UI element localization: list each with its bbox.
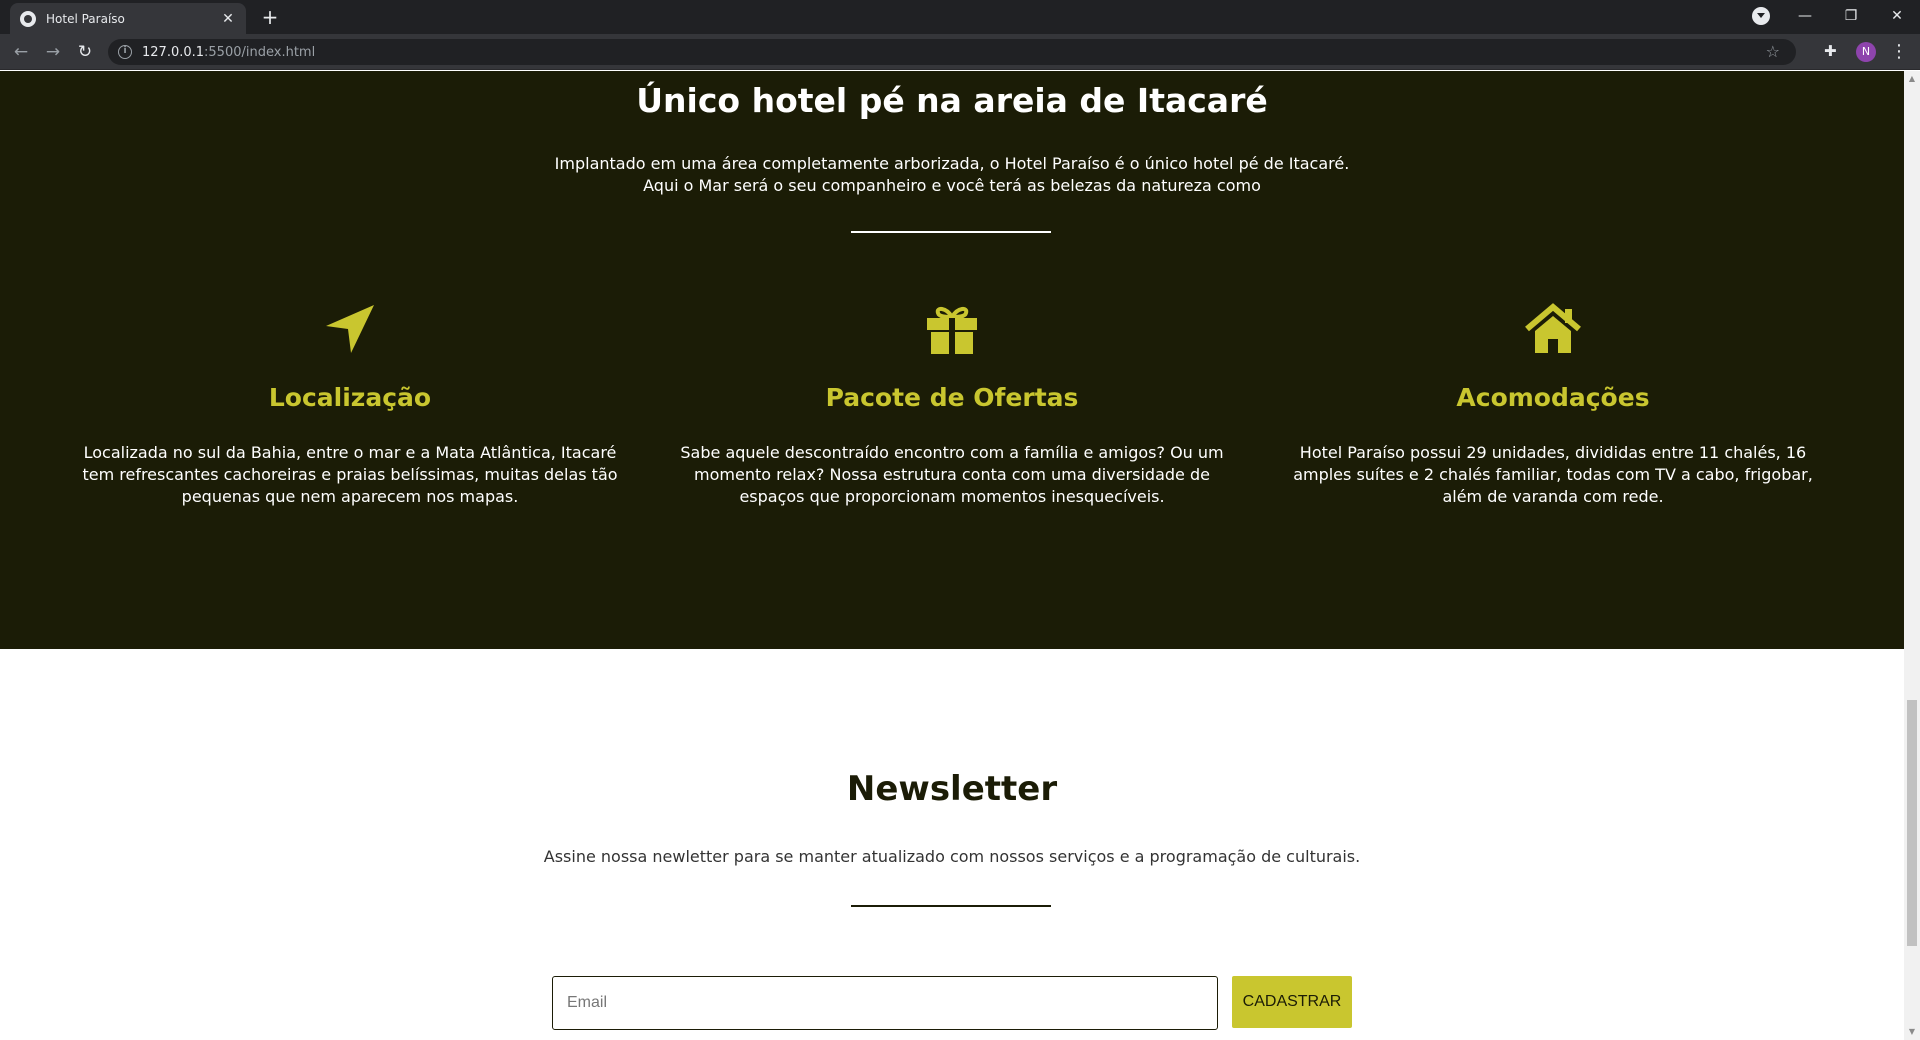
url-host: 127.0.0.1 — [142, 44, 205, 60]
feature-text: Localizada no sul da Bahia, entre o mar … — [82, 443, 618, 506]
scrollbar-thumb[interactable] — [1907, 700, 1917, 946]
browser-menu-icon[interactable]: ⋮ — [1890, 40, 1908, 64]
feature-title: Pacote de Ofertas — [825, 383, 1079, 412]
url-path: :5500/index.html — [204, 44, 316, 60]
forward-arrow-icon[interactable]: → — [41, 40, 65, 64]
feature-text: Hotel Paraíso possui 29 unidades, dividi… — [1293, 443, 1813, 506]
newsletter-title: Newsletter — [846, 769, 1058, 809]
section-title: Único hotel pé na areia de Itacaré — [636, 81, 1268, 120]
address-bar[interactable]: i 127.0.0.1 :5500/index.html ☆ — [108, 39, 1796, 65]
reload-icon[interactable]: ↻ — [73, 40, 97, 64]
tab-close-icon[interactable]: ✕ — [220, 11, 236, 27]
about-section: Único hotel pé na areia de Itacaré Impla… — [0, 71, 1904, 649]
feature-offers: Pacote de Ofertas Sabe aquele descontraí… — [672, 301, 1232, 508]
newsletter-description: Assine nossa newletter para se manter at… — [543, 847, 1361, 866]
feature-title: Localização — [268, 383, 432, 412]
minimize-button[interactable]: — — [1782, 0, 1828, 34]
site-info-icon[interactable]: i — [118, 45, 132, 59]
profile-avatar[interactable]: N — [1856, 42, 1876, 62]
feature-location: Localização Localizada no sul da Bahia, … — [70, 301, 630, 508]
favicon-icon — [20, 10, 36, 27]
feature-accommodations: Acomodações Hotel Paraíso possui 29 unid… — [1273, 301, 1833, 508]
browser-tabbar: Hotel Paraíso ✕ + — ❐ ✕ — [0, 0, 1920, 34]
email-input[interactable] — [552, 976, 1218, 1030]
window-close-button[interactable]: ✕ — [1874, 0, 1920, 34]
tab-title: Hotel Paraíso — [46, 11, 125, 26]
section-divider — [851, 231, 1051, 233]
page-viewport: Único hotel pé na areia de Itacaré Impla… — [0, 71, 1904, 1040]
bookmark-star-icon[interactable]: ☆ — [1766, 42, 1780, 61]
scroll-up-icon[interactable]: ▲ — [1907, 74, 1917, 84]
back-arrow-icon[interactable]: ← — [9, 40, 33, 64]
subscribe-button[interactable]: CADASTRAR — [1232, 976, 1352, 1028]
section-description: Implantado em uma área completamente arb… — [554, 154, 1350, 195]
home-icon — [1525, 303, 1581, 353]
gift-icon — [927, 306, 977, 354]
tab-search-icon[interactable] — [1752, 7, 1770, 25]
newsletter-divider — [851, 905, 1051, 907]
restore-button[interactable]: ❐ — [1828, 0, 1874, 34]
new-tab-button[interactable]: + — [258, 5, 282, 29]
feature-text: Sabe aquele descontraído encontro com a … — [680, 443, 1224, 506]
location-arrow-icon — [326, 305, 374, 353]
scroll-down-icon[interactable]: ▼ — [1907, 1027, 1917, 1037]
browser-tab-active[interactable]: Hotel Paraíso ✕ — [10, 3, 246, 34]
extensions-puzzle-icon[interactable]: ✚ — [1824, 42, 1837, 60]
feature-title: Acomodações — [1456, 383, 1650, 412]
browser-toolbar: ← → ↻ i 127.0.0.1 :5500/index.html ☆ ✚ N… — [0, 34, 1920, 70]
